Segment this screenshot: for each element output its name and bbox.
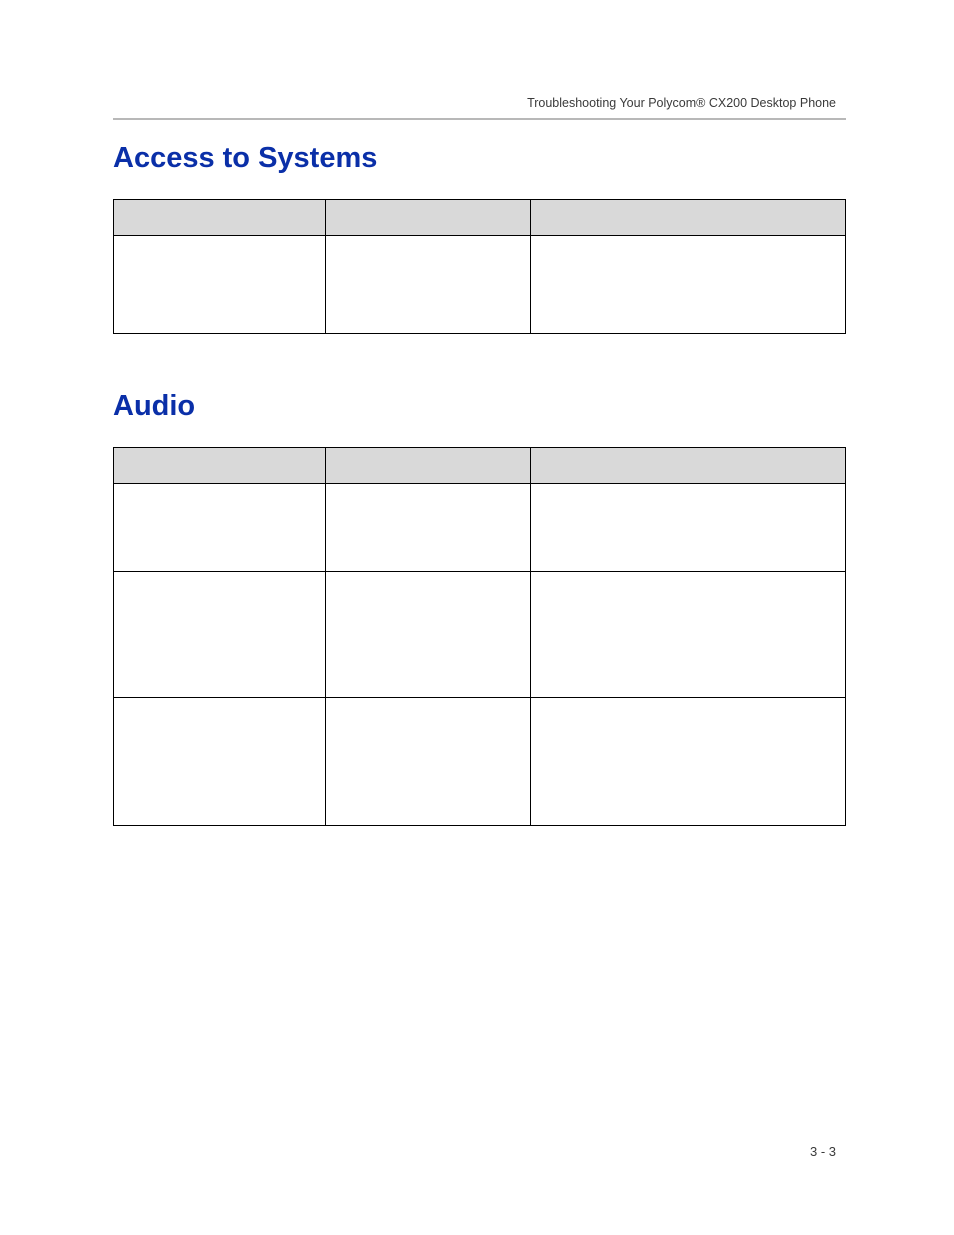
table-access-to-systems bbox=[113, 199, 846, 334]
table-header-cell bbox=[114, 448, 326, 484]
table-row bbox=[114, 572, 846, 698]
section-title-access-to-systems: Access to Systems bbox=[113, 142, 846, 175]
page: Troubleshooting Your Polycom® CX200 Desk… bbox=[0, 0, 954, 1235]
table-header-cell bbox=[114, 200, 326, 236]
section-title-audio: Audio bbox=[113, 390, 846, 423]
table-audio bbox=[113, 447, 846, 826]
table-cell bbox=[531, 698, 846, 826]
table-header-cell bbox=[531, 200, 846, 236]
page-number: 3 - 3 bbox=[810, 1144, 836, 1159]
table-cell bbox=[531, 236, 846, 334]
table-cell bbox=[326, 236, 531, 334]
table-cell bbox=[326, 572, 531, 698]
table-cell bbox=[114, 698, 326, 826]
header-rule bbox=[113, 118, 846, 120]
table-row bbox=[114, 484, 846, 572]
table-header-row bbox=[114, 448, 846, 484]
table-header-cell bbox=[326, 448, 531, 484]
table-cell bbox=[114, 484, 326, 572]
table-row bbox=[114, 236, 846, 334]
running-header: Troubleshooting Your Polycom® CX200 Desk… bbox=[527, 96, 836, 110]
table-header-cell bbox=[326, 200, 531, 236]
table-cell bbox=[326, 484, 531, 572]
table-cell bbox=[114, 236, 326, 334]
table-cell bbox=[114, 572, 326, 698]
table-header-cell bbox=[531, 448, 846, 484]
table-row bbox=[114, 698, 846, 826]
table-header-row bbox=[114, 200, 846, 236]
table-cell bbox=[531, 572, 846, 698]
table-cell bbox=[326, 698, 531, 826]
table-cell bbox=[531, 484, 846, 572]
